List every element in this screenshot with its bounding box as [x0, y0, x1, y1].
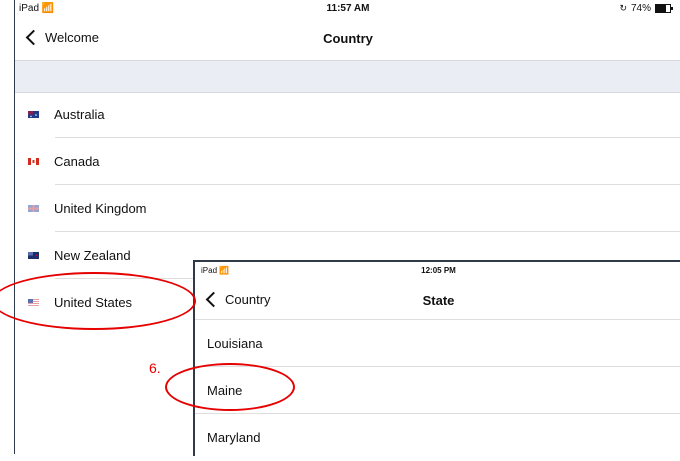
section-header	[15, 60, 680, 93]
state-list: Louisiana Maine Maryland	[195, 320, 680, 461]
status-right: ↻ 74%	[619, 3, 673, 14]
battery-icon	[655, 4, 673, 13]
list-item-label: New Zealand	[54, 248, 131, 263]
navigation-bar: Country State	[195, 278, 680, 320]
battery-percent: 74%	[630, 3, 651, 14]
state-screen: iPad 📶 12:05 PM Country State Louisiana …	[193, 260, 680, 456]
status-time: 12:05 PM	[421, 266, 456, 275]
uk-flag-icon	[28, 205, 39, 212]
list-item-label: Maryland	[207, 430, 261, 445]
status-bar: iPad 📶 12:05 PM	[195, 262, 680, 278]
list-item-label: United Kingdom	[54, 201, 147, 216]
list-item-label: United States	[54, 295, 133, 310]
us-flag-icon	[28, 299, 39, 306]
canada-flag-icon	[28, 158, 39, 165]
australia-flag-icon	[28, 111, 39, 118]
rotation-lock-icon: ↻	[619, 3, 627, 13]
new-zealand-flag-icon	[28, 252, 39, 259]
navigation-bar: Welcome Country	[15, 18, 680, 60]
list-item-label: Canada	[54, 154, 100, 169]
page-title: Country	[323, 31, 373, 46]
list-item[interactable]: Australia	[15, 91, 680, 138]
step-number-label: 6.	[149, 360, 161, 376]
list-item[interactable]: Canada	[15, 138, 680, 185]
page-title: State	[422, 293, 455, 308]
list-item-label: Maine	[207, 383, 243, 398]
status-bar: iPad 📶 11:57 AM ↻ 74%	[15, 0, 680, 18]
status-time: 11:57 AM	[326, 3, 370, 14]
list-item-label: Australia	[54, 107, 105, 122]
list-item[interactable]: Louisiana	[195, 320, 680, 367]
list-item-label: Louisiana	[207, 336, 263, 351]
list-item[interactable]: United Kingdom	[15, 185, 680, 232]
list-item[interactable]: Maine	[195, 367, 680, 414]
